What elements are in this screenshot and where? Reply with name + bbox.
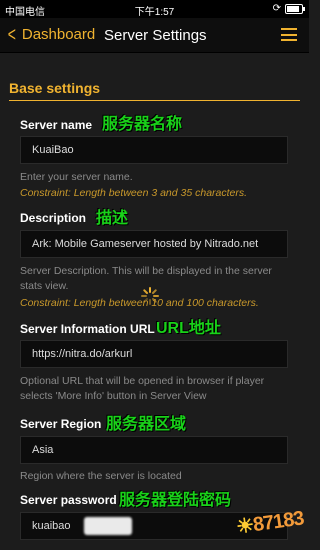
watermark-text: 87183 bbox=[251, 507, 305, 537]
watermark-logo: ☀87183 bbox=[235, 505, 305, 539]
info-url-help: Optional URL that will be opened in brow… bbox=[20, 375, 265, 402]
info-url-input[interactable]: https://nitra.do/arkurl bbox=[20, 340, 288, 368]
clock: 下午1:57 bbox=[134, 7, 175, 18]
region-annotation: 服务器区域 bbox=[106, 416, 187, 433]
description-input[interactable]: Ark: Mobile Gameserver hosted by Nitrado… bbox=[20, 230, 288, 258]
server-name-annotation: 服务器名称 bbox=[102, 116, 183, 133]
section-header: Base settings bbox=[9, 80, 300, 101]
server-name-label: Server name bbox=[20, 118, 93, 132]
password-annotation: 服务器登陆密码 bbox=[119, 492, 232, 509]
region-label: Server Region bbox=[20, 417, 102, 431]
battery-icon bbox=[285, 4, 305, 14]
server-name-input[interactable]: KuaiBao bbox=[20, 136, 288, 164]
redaction-blur bbox=[84, 517, 132, 535]
page-title: Server Settings bbox=[104, 27, 207, 44]
rotation-lock-icon: ⟳ bbox=[272, 3, 281, 14]
loading-spinner-icon bbox=[141, 287, 159, 305]
password-label: Server password bbox=[20, 493, 117, 507]
server-name-help: Enter your server name. bbox=[20, 171, 133, 183]
chevron-left-icon: < bbox=[7, 24, 16, 46]
section-title: Base settings bbox=[9, 80, 101, 96]
server-name-constraint: Constraint: Length between 3 and 35 char… bbox=[20, 187, 248, 199]
menu-icon[interactable] bbox=[281, 28, 297, 41]
back-button[interactable]: < Dashboard bbox=[6, 24, 96, 46]
region-help: Region where the server is located bbox=[20, 470, 182, 482]
description-label: Description bbox=[20, 211, 87, 225]
description-annotation: 描述 bbox=[96, 210, 129, 227]
description-constraint: Constraint: Length between 10 and 100 ch… bbox=[20, 297, 259, 309]
info-url-label: Server Information URL bbox=[20, 322, 155, 336]
region-select[interactable]: Asia bbox=[20, 436, 288, 464]
back-label: Dashboard bbox=[21, 26, 96, 43]
nav-bar: < Dashboard Server Settings bbox=[0, 18, 309, 53]
status-bar: 中国电信 下午1:57 ⟳ bbox=[0, 0, 309, 18]
info-url-annotation: URL地址 bbox=[156, 320, 221, 337]
